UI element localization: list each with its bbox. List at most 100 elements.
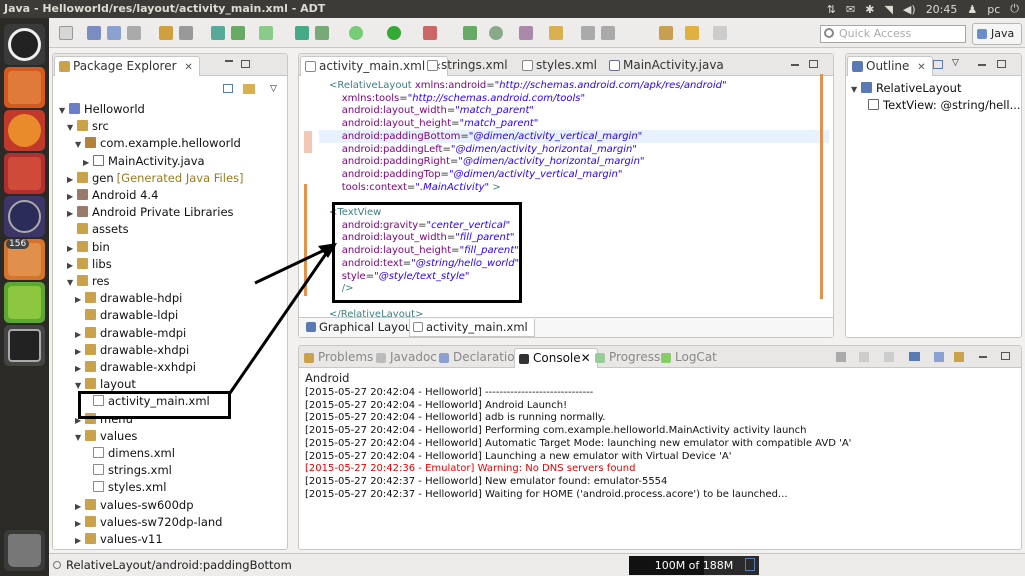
volume-icon[interactable]: ◀) bbox=[903, 3, 916, 16]
tree-expanded-icon[interactable]: ▼ bbox=[59, 102, 69, 119]
firefox-launcher[interactable] bbox=[4, 110, 45, 151]
save-all-icon[interactable] bbox=[107, 26, 121, 40]
tree-item[interactable]: ▼ src bbox=[67, 118, 109, 135]
maximize-icon[interactable] bbox=[241, 60, 250, 68]
tree-item[interactable]: ▼ res bbox=[67, 273, 110, 290]
tree-collapsed-icon[interactable]: ▶ bbox=[83, 154, 93, 171]
view-menu-icon[interactable]: ▽ bbox=[270, 84, 277, 94]
tree-item[interactable]: ▶ drawable-hdpi bbox=[75, 290, 182, 307]
pin-console-icon[interactable] bbox=[934, 352, 944, 362]
tab-progress[interactable]: Progress bbox=[591, 348, 660, 368]
tree-item[interactable]: ▶ drawable-xxhdpi bbox=[75, 359, 196, 376]
outline-item-textview[interactable]: TextView: @string/hell... bbox=[868, 97, 1021, 114]
tree-item[interactable]: ▶ values-v11 bbox=[75, 531, 163, 548]
avd-manager-icon[interactable] bbox=[179, 26, 193, 40]
power-icon[interactable]: ⏻ bbox=[1010, 2, 1019, 16]
tree-item[interactable]: ▶ libs bbox=[67, 256, 112, 273]
new-icon[interactable] bbox=[59, 26, 73, 40]
files-launcher[interactable] bbox=[4, 67, 45, 108]
network-icon[interactable]: ⇅ bbox=[827, 3, 836, 16]
android-launcher[interactable] bbox=[4, 282, 45, 323]
tree-item[interactable]: dimens.xml bbox=[83, 445, 175, 462]
tree-item[interactable]: ▶ values-sw600dp bbox=[75, 497, 194, 514]
android-lint-icon[interactable] bbox=[231, 26, 245, 40]
outline-toolbar-icon[interactable] bbox=[933, 60, 943, 69]
tree-collapsed-icon[interactable]: ▶ bbox=[75, 360, 85, 377]
link-with-editor-icon[interactable] bbox=[243, 84, 255, 94]
tree-collapsed-icon[interactable]: ▶ bbox=[75, 532, 85, 549]
dash-button[interactable] bbox=[4, 24, 45, 65]
tab-package-explorer[interactable]: Package Explorer ✕ bbox=[54, 56, 200, 76]
updates-launcher[interactable]: 156 bbox=[4, 239, 45, 280]
tree-item[interactable]: ▶ Android Private Libraries bbox=[67, 204, 234, 221]
close-icon[interactable]: ✕ bbox=[184, 62, 192, 73]
open-console-icon[interactable] bbox=[954, 352, 964, 362]
tab-graphical-layout[interactable]: Graphical Layout bbox=[303, 319, 417, 337]
external-tools-icon[interactable] bbox=[423, 26, 437, 40]
user-name[interactable]: pc bbox=[987, 3, 1000, 16]
tab-problems[interactable]: Problems bbox=[300, 348, 373, 368]
settings-launcher[interactable] bbox=[4, 153, 45, 194]
tab-mainactivity-java[interactable]: MainActivity.java bbox=[605, 56, 730, 76]
workspace-launcher[interactable] bbox=[4, 325, 45, 366]
tree-item[interactable]: assets bbox=[67, 221, 129, 238]
tree-item[interactable]: ▶ MainActivity.java bbox=[83, 153, 205, 170]
clock[interactable]: 20:45 bbox=[926, 3, 958, 16]
tree-item[interactable]: ▶ bin bbox=[67, 239, 110, 256]
tree-collapsed-icon[interactable]: ▶ bbox=[67, 188, 77, 205]
refresh-icon[interactable] bbox=[489, 26, 503, 40]
tree-collapsed-icon[interactable]: ▶ bbox=[67, 240, 77, 257]
tree-collapsed-icon[interactable]: ▶ bbox=[75, 343, 85, 360]
save-icon[interactable] bbox=[87, 26, 101, 40]
tree-collapsed-icon[interactable]: ▶ bbox=[75, 291, 85, 308]
wifi-icon[interactable]: ◥ bbox=[884, 3, 892, 16]
close-icon[interactable]: ✕ bbox=[917, 62, 925, 73]
run-icon[interactable] bbox=[387, 26, 401, 40]
outline-item-relativelayout[interactable]: ▼ RelativeLayout bbox=[851, 80, 961, 97]
eclipse-launcher[interactable] bbox=[4, 196, 45, 237]
maximize-icon[interactable] bbox=[997, 60, 1006, 68]
tree-expanded-icon[interactable]: ▼ bbox=[851, 81, 861, 98]
tree-item[interactable]: styles.xml bbox=[83, 479, 166, 496]
next-annotation-icon[interactable] bbox=[601, 26, 615, 40]
print-icon[interactable] bbox=[127, 26, 141, 40]
tree-item[interactable]: strings.xml bbox=[83, 462, 172, 479]
tree-expanded-icon[interactable]: ▼ bbox=[75, 136, 85, 153]
close-icon[interactable]: ✕ bbox=[581, 351, 591, 365]
forward-icon[interactable] bbox=[713, 26, 727, 40]
tab-logcat[interactable]: LogCat bbox=[657, 348, 717, 368]
tree-item[interactable]: ▶ drawable-mdpi bbox=[75, 325, 186, 342]
tree-item[interactable]: ▶ drawable-xhdpi bbox=[75, 342, 189, 359]
debug-icon[interactable] bbox=[349, 26, 363, 40]
task-icon[interactable] bbox=[519, 26, 533, 40]
tree-item[interactable]: ▼ values bbox=[75, 428, 137, 445]
tab-declaration[interactable]: Declaration bbox=[435, 348, 522, 368]
clear-console-icon[interactable] bbox=[836, 352, 846, 362]
display-console-icon[interactable] bbox=[909, 352, 920, 361]
annotation-icon[interactable] bbox=[549, 26, 563, 40]
tree-item[interactable]: ▶ gen [Generated Java Files] bbox=[67, 170, 244, 187]
view-menu-icon[interactable]: ▽ bbox=[952, 58, 959, 68]
prev-annotation-icon[interactable] bbox=[581, 26, 595, 40]
trash-launcher[interactable] bbox=[4, 530, 45, 571]
tree-collapsed-icon[interactable]: ▶ bbox=[75, 515, 85, 532]
minimize-icon[interactable] bbox=[225, 60, 233, 62]
tree-collapsed-icon[interactable]: ▶ bbox=[75, 326, 85, 343]
tree-item[interactable]: ▼ Helloworld bbox=[59, 101, 145, 118]
collapse-all-icon[interactable] bbox=[223, 84, 233, 93]
mail-icon[interactable]: ✉ bbox=[846, 3, 855, 16]
tree-expanded-icon[interactable]: ▼ bbox=[67, 274, 77, 291]
tree-item[interactable]: ▶ values-sw720dp-land bbox=[75, 514, 222, 531]
tree-collapsed-icon[interactable]: ▶ bbox=[67, 205, 77, 222]
check-icon[interactable] bbox=[259, 26, 273, 40]
android-sdk-icon[interactable] bbox=[159, 26, 173, 40]
tree-expanded-icon[interactable]: ▼ bbox=[67, 119, 77, 136]
heap-status[interactable]: 100M of 188M bbox=[629, 556, 759, 575]
tab-javadoc[interactable]: Javadoc bbox=[372, 348, 437, 368]
scroll-lock-icon[interactable] bbox=[859, 352, 869, 362]
tree-collapsed-icon[interactable]: ▶ bbox=[75, 498, 85, 515]
user-icon[interactable]: ♟ bbox=[967, 3, 977, 16]
java-perspective-button[interactable]: Java bbox=[972, 23, 1022, 45]
tab-styles-xml[interactable]: styles.xml bbox=[518, 56, 603, 76]
new-project-icon[interactable] bbox=[295, 26, 309, 40]
